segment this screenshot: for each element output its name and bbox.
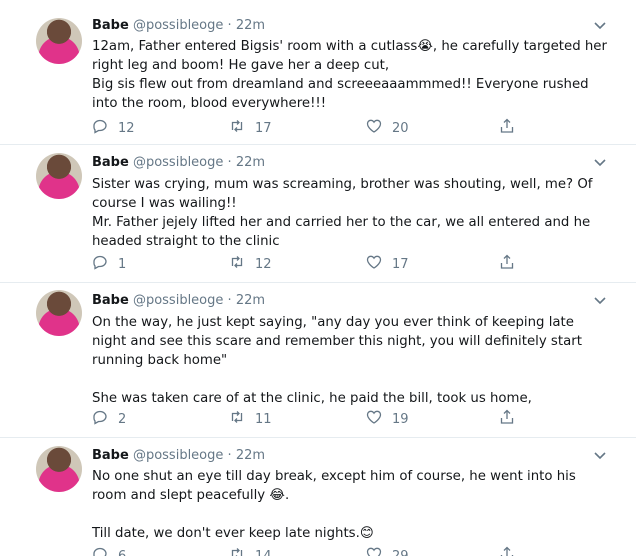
display-name[interactable]: Babe <box>92 18 129 33</box>
avatar[interactable] <box>36 153 82 199</box>
reply-icon <box>92 118 108 138</box>
retweet-count: 11 <box>255 411 272 427</box>
separator-dot: · <box>227 155 232 170</box>
reply-button[interactable]: 1 <box>92 254 126 274</box>
share-button[interactable] <box>499 409 515 429</box>
avatar[interactable] <box>36 446 82 492</box>
tweet-actions: 12 17 20 <box>92 118 532 138</box>
tweet-header: Babe @possibleoge · 22m <box>92 18 265 33</box>
like-button[interactable]: 29 <box>366 546 409 556</box>
tweet-text: On the way, he just kept saying, "any da… <box>92 313 612 408</box>
share-icon <box>499 118 515 138</box>
timestamp[interactable]: 22m <box>236 293 265 308</box>
retweet-button[interactable]: 17 <box>229 118 272 138</box>
tweet-line-blank <box>92 505 612 524</box>
tweet-text: 12am, Father entered Bigsis' room with a… <box>92 37 612 113</box>
like-button[interactable]: 20 <box>366 118 409 138</box>
chevron-down-icon[interactable] <box>594 156 606 170</box>
username[interactable]: @possibleoge <box>133 293 223 308</box>
separator-dot: · <box>227 18 232 33</box>
display-name[interactable]: Babe <box>92 448 129 463</box>
reply-count: 2 <box>118 411 127 427</box>
tweet-line: No one shut an eye till day break, excep… <box>92 469 576 503</box>
tweet-line: Mr. Father jejely lifted her and carried… <box>92 215 591 249</box>
tweet[interactable]: Babe @possibleoge · 22m No one shut an e… <box>0 438 636 556</box>
heart-icon <box>366 254 382 274</box>
retweet-icon <box>229 409 245 429</box>
chevron-down-icon[interactable] <box>594 449 606 463</box>
like-button[interactable]: 19 <box>366 409 409 429</box>
reply-button[interactable]: 6 <box>92 546 126 556</box>
retweet-button[interactable]: 12 <box>229 254 272 274</box>
tweet-header: Babe @possibleoge · 22m <box>92 293 265 308</box>
tweet-actions: 2 11 19 <box>92 409 532 429</box>
like-count: 20 <box>392 120 409 136</box>
retweet-count: 17 <box>255 120 272 136</box>
display-name[interactable]: Babe <box>92 155 129 170</box>
tweet-line: Sister was crying, mum was screaming, br… <box>92 177 593 211</box>
tweet-text: No one shut an eye till day break, excep… <box>92 467 612 543</box>
separator-dot: · <box>227 293 232 308</box>
tweet-line: She was taken care of at the clinic, he … <box>92 391 532 406</box>
reply-count: 6 <box>118 548 127 556</box>
share-icon <box>499 409 515 429</box>
tweet[interactable]: Babe @possibleoge · 22m 12am, Father ent… <box>0 0 636 145</box>
chevron-down-icon[interactable] <box>594 19 606 33</box>
tweet-line: Till date, we don't ever keep late night… <box>92 526 374 541</box>
retweet-icon <box>229 546 245 556</box>
reply-icon <box>92 546 108 556</box>
tweet-line: 12am, Father entered Bigsis' room with a… <box>92 39 607 73</box>
heart-icon <box>366 409 382 429</box>
reply-icon <box>92 409 108 429</box>
avatar[interactable] <box>36 18 82 64</box>
timestamp[interactable]: 22m <box>236 155 265 170</box>
tweet[interactable]: Babe @possibleoge · 22m On the way, he j… <box>0 283 636 438</box>
timestamp[interactable]: 22m <box>236 448 265 463</box>
username[interactable]: @possibleoge <box>133 18 223 33</box>
share-icon <box>499 546 515 556</box>
like-count: 17 <box>392 256 409 272</box>
timestamp[interactable]: 22m <box>236 18 265 33</box>
reply-button[interactable]: 2 <box>92 409 126 429</box>
tweet-line: Big sis flew out from dreamland and scre… <box>92 77 589 111</box>
reply-count: 12 <box>118 120 135 136</box>
share-button[interactable] <box>499 546 515 556</box>
retweet-icon <box>229 254 245 274</box>
share-icon <box>499 254 515 274</box>
tweet-header: Babe @possibleoge · 22m <box>92 155 265 170</box>
tweet-header: Babe @possibleoge · 22m <box>92 448 265 463</box>
heart-icon <box>366 546 382 556</box>
heart-icon <box>366 118 382 138</box>
separator-dot: · <box>227 448 232 463</box>
tweet-line-blank <box>92 370 612 389</box>
like-button[interactable]: 17 <box>366 254 409 274</box>
tweet-actions: 1 12 17 <box>92 254 532 274</box>
username[interactable]: @possibleoge <box>133 448 223 463</box>
tweet-text: Sister was crying, mum was screaming, br… <box>92 175 612 251</box>
tweet[interactable]: Babe @possibleoge · 22m Sister was cryin… <box>0 145 636 283</box>
reply-button[interactable]: 12 <box>92 118 135 138</box>
timeline: Babe @possibleoge · 22m 12am, Father ent… <box>0 0 636 556</box>
reply-icon <box>92 254 108 274</box>
share-button[interactable] <box>499 118 515 138</box>
like-count: 19 <box>392 411 409 427</box>
retweet-icon <box>229 118 245 138</box>
like-count: 29 <box>392 548 409 556</box>
retweet-count: 14 <box>255 548 272 556</box>
retweet-button[interactable]: 14 <box>229 546 272 556</box>
display-name[interactable]: Babe <box>92 293 129 308</box>
username[interactable]: @possibleoge <box>133 155 223 170</box>
avatar[interactable] <box>36 290 82 336</box>
reply-count: 1 <box>118 256 127 272</box>
chevron-down-icon[interactable] <box>594 294 606 308</box>
retweet-button[interactable]: 11 <box>229 409 272 429</box>
share-button[interactable] <box>499 254 515 274</box>
retweet-count: 12 <box>255 256 272 272</box>
tweet-actions: 6 14 29 <box>92 546 532 556</box>
tweet-line: On the way, he just kept saying, "any da… <box>92 315 582 368</box>
